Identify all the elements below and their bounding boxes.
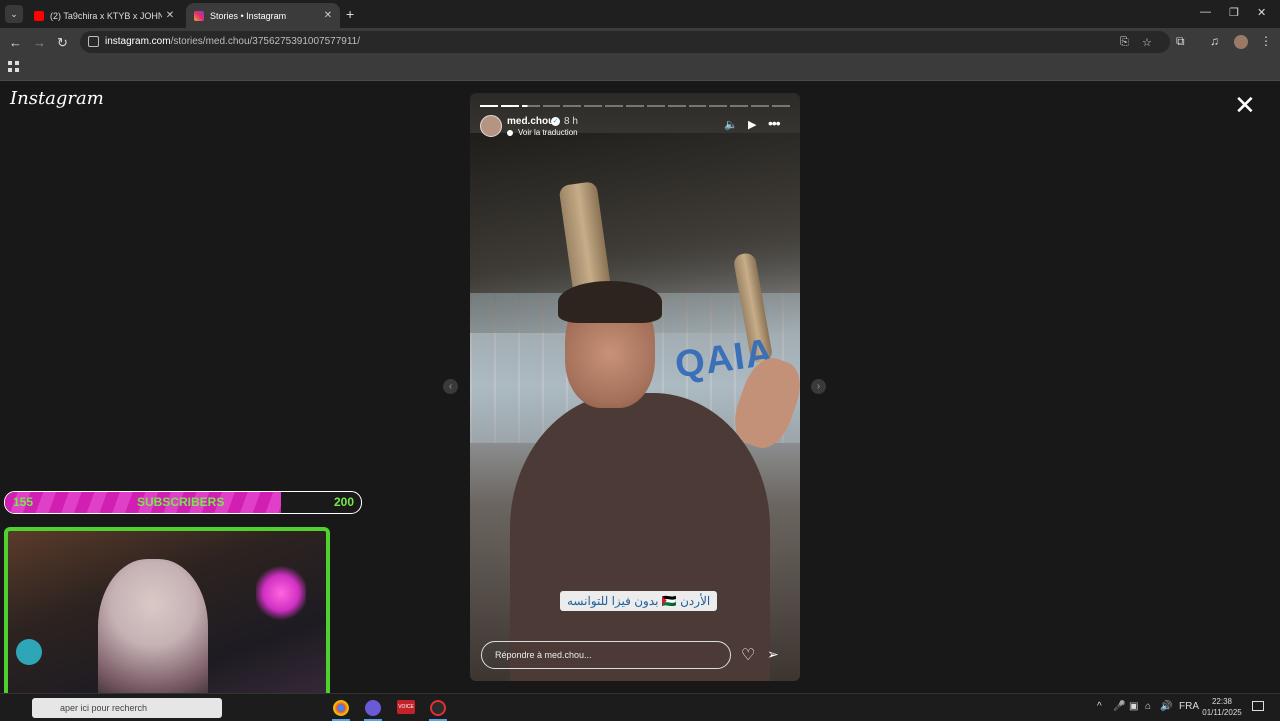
story-viewer[interactable]: QAIA med.chou ✓ 8 h Voir la traduction 🔈…: [470, 93, 800, 681]
story-progress-segment: [751, 105, 770, 107]
subscriber-goal-bar: 155 SUBSCRIBERS 200: [4, 491, 362, 514]
like-heart-icon[interactable]: ♡: [741, 645, 755, 665]
install-app-icon[interactable]: ⎘: [1120, 36, 1129, 49]
story-progress-segment: [772, 105, 790, 107]
webcam-streamer: [98, 559, 208, 705]
story-avatar[interactable]: [480, 115, 502, 137]
notification-icon[interactable]: [1252, 701, 1264, 711]
apps-grid-icon[interactable]: [8, 61, 19, 72]
send-icon[interactable]: ➢: [767, 646, 779, 663]
story-header: med.chou ✓ 8 h Voir la traduction 🔈 ▶ ••…: [480, 115, 790, 139]
taskbar-search[interactable]: aper ici pour recherch: [32, 698, 222, 718]
next-story-button[interactable]: ›: [811, 379, 826, 394]
menu-icon[interactable]: ⋮: [1260, 34, 1272, 48]
screen-icon[interactable]: ▣: [1129, 701, 1138, 712]
subscriber-count: 155: [13, 495, 34, 509]
discord-taskbar-icon[interactable]: [365, 700, 381, 716]
url-text: instagram.com/stories/med.chou/375627539…: [105, 36, 360, 47]
minimize-button[interactable]: —: [1200, 6, 1211, 18]
reload-button[interactable]: ↻: [57, 35, 68, 51]
new-tab-button[interactable]: +: [346, 6, 354, 22]
back-button[interactable]: ←: [9, 35, 22, 50]
story-progress-segment: [646, 105, 665, 107]
obs-taskbar-icon[interactable]: [430, 700, 446, 716]
story-progress-segment: [480, 105, 498, 107]
close-tab-icon[interactable]: ✕: [320, 10, 336, 21]
show-hidden-icons[interactable]: ^: [1097, 701, 1102, 712]
profile-avatar[interactable]: [1234, 35, 1248, 49]
chrome-taskbar-icon[interactable]: [333, 700, 349, 716]
translate-icon: [507, 130, 513, 136]
network-icon[interactable]: ⌂: [1145, 701, 1151, 712]
address-bar[interactable]: instagram.com/stories/med.chou/375627539…: [80, 31, 1170, 53]
forward-button[interactable]: →: [33, 35, 46, 50]
reply-input[interactable]: Répondre à med.chou...: [481, 641, 731, 669]
url-domain: instagram.com: [105, 36, 171, 47]
voicemeeter-taskbar-icon[interactable]: VOICE: [397, 700, 415, 714]
more-options-icon[interactable]: •••: [768, 115, 781, 131]
story-progress-segment: [730, 105, 749, 107]
microphone-icon[interactable]: 🎤: [1113, 701, 1125, 712]
story-progress-segment: [563, 105, 582, 107]
story-progress-segment: [584, 105, 603, 107]
youtube-icon: [34, 10, 44, 21]
story-timestamp: 8 h: [564, 116, 578, 127]
story-progress-segment: [500, 105, 519, 107]
site-info-icon[interactable]: [88, 36, 99, 47]
verified-badge-icon: ✓: [551, 117, 560, 126]
story-username[interactable]: med.chou: [507, 116, 554, 127]
story-progress-segment: [605, 105, 624, 107]
volume-icon[interactable]: 🔊: [1160, 701, 1172, 712]
instagram-logo[interactable]: Instagram: [10, 88, 104, 109]
tab-youtube[interactable]: (2) Ta9chira x KTYB x JOHNSIX ✕: [26, 3, 182, 28]
story-photo-person-hair: [558, 281, 662, 323]
close-story-icon[interactable]: ✕: [1234, 92, 1256, 118]
extensions-icon[interactable]: ⧉: [1176, 34, 1185, 49]
clock[interactable]: 22:38 01/11/2025: [1200, 696, 1244, 718]
play-icon[interactable]: ▶: [748, 118, 756, 131]
webcam-badge-icon: [16, 639, 42, 665]
story-progress-segment: [626, 105, 644, 107]
instagram-icon: [194, 10, 204, 21]
tab-title: Stories • Instagram: [210, 10, 287, 21]
webcam-overlay: [4, 527, 330, 709]
story-progress-segment: [709, 105, 728, 107]
bookmarks-bar: [0, 56, 1280, 81]
subscriber-label: SUBSCRIBERS: [137, 495, 225, 509]
media-controls-icon[interactable]: ♫: [1210, 34, 1219, 48]
reply-placeholder: Répondre à med.chou...: [495, 650, 592, 660]
story-progress-segment: [667, 105, 686, 107]
tab-title: (2) Ta9chira x KTYB x JOHNSIX: [50, 10, 162, 21]
sound-icon[interactable]: 🔈: [724, 118, 738, 131]
story-progress-segment: [542, 105, 561, 107]
close-window-button[interactable]: ✕: [1257, 6, 1266, 19]
webcam-hex-lights: [256, 563, 306, 623]
url-path: /stories/med.chou/3756275391007577911/: [170, 36, 360, 47]
tab-instagram[interactable]: Stories • Instagram ✕: [186, 3, 340, 28]
previous-story-button[interactable]: ‹: [443, 379, 458, 394]
story-progress-segment: [688, 105, 707, 107]
subscriber-goal: 200: [334, 495, 355, 509]
toolbar: ← → ↻ instagram.com/stories/med.chou/375…: [0, 28, 1280, 56]
language-indicator[interactable]: FRA: [1179, 701, 1199, 712]
see-translation-link[interactable]: Voir la traduction: [518, 128, 578, 137]
clock-date: 01/11/2025: [1202, 708, 1242, 717]
close-tab-icon[interactable]: ✕: [162, 10, 178, 21]
tab-search-button[interactable]: ⌄: [5, 5, 23, 23]
tab-strip: ⌄ (2) Ta9chira x KTYB x JOHNSIX ✕ Storie…: [0, 0, 1280, 28]
story-progress-bar: [480, 105, 790, 107]
story-caption: الأردن 🇵🇸 بدون فيزا للتوانسه: [560, 591, 718, 611]
taskbar-search-placeholder: aper ici pour recherch: [60, 703, 148, 713]
story-progress-segment: [521, 105, 540, 107]
restore-button[interactable]: ❐: [1229, 6, 1239, 19]
bookmark-star-icon[interactable]: ☆: [1142, 36, 1152, 49]
story-photo-person-body: [510, 393, 770, 681]
taskbar: aper ici pour recherch VOICE ^ 🎤 ▣ ⌂ 🔊 F…: [0, 693, 1280, 721]
clock-time: 22:38: [1211, 697, 1233, 706]
